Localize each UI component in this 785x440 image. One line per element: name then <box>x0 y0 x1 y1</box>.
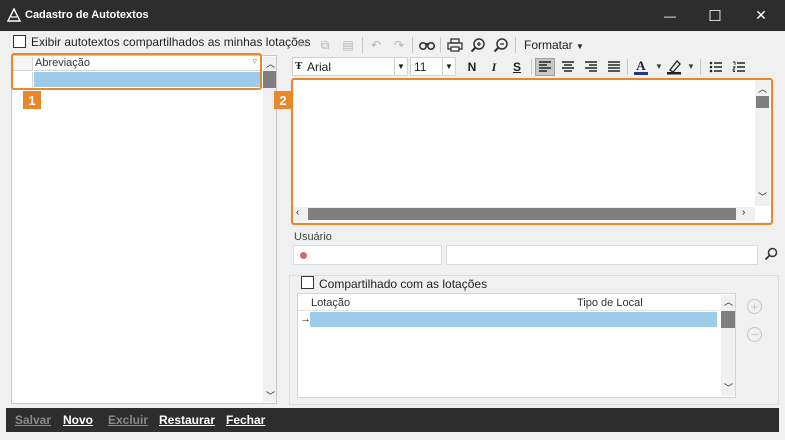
usuario-label: Usuário <box>294 231 332 243</box>
close-icon: ✕ <box>755 7 767 23</box>
numbered-list-button[interactable] <box>729 58 749 76</box>
usuario-name-field[interactable] <box>446 245 758 265</box>
maximize-icon: ☐ <box>708 7 722 25</box>
font-color-button[interactable]: A <box>631 58 651 76</box>
scroll-up-icon[interactable]: ︿ <box>266 57 275 70</box>
bullet-list-icon <box>709 61 722 73</box>
show-shared-label: Exibir autotextos compartilhados as minh… <box>31 35 311 49</box>
italic-button[interactable]: I <box>484 58 504 76</box>
paste-icon[interactable]: ▤ <box>338 36 358 54</box>
maximize-button[interactable]: ☐ <box>692 0 738 31</box>
app-icon <box>7 8 21 22</box>
font-name-select[interactable]: Ŧ Arial ▼ <box>292 57 408 76</box>
separator <box>362 37 363 53</box>
selected-row[interactable] <box>310 312 717 327</box>
restaurar-button[interactable]: Restaurar <box>159 413 215 427</box>
font-type-icon: Ŧ <box>295 60 303 72</box>
font-size-value: 11 <box>414 60 427 74</box>
font-size-select[interactable]: 11 ▼ <box>410 57 456 76</box>
lotacao-grid[interactable]: Lotação Tipo de Local → ︿ ﹀ <box>297 293 736 398</box>
salvar-button[interactable]: Salvar <box>15 413 51 427</box>
scroll-down-icon[interactable]: ﹀ <box>266 389 275 402</box>
window-title: Cadastro de Autotextos <box>25 9 149 21</box>
redo-icon[interactable]: ↷ <box>389 36 409 54</box>
zoom-in-icon[interactable] <box>468 36 488 54</box>
underline-button[interactable]: S <box>507 58 527 76</box>
grid-scrollbar[interactable]: ︿ ﹀ <box>721 295 735 396</box>
title-bar: Cadastro de Autotextos — ☐ ✕ <box>0 0 785 31</box>
highlight-color-button[interactable] <box>664 58 684 76</box>
show-shared-checkbox[interactable] <box>13 35 26 48</box>
scroll-down-icon[interactable]: ﹀ <box>724 381 733 394</box>
add-circle-icon[interactable]: + <box>747 299 762 314</box>
print-icon[interactable] <box>445 36 465 54</box>
highlight-1 <box>11 53 262 90</box>
align-center-button[interactable] <box>558 58 578 76</box>
autotext-list[interactable]: Abreviação ▿ ︿ ﹀ <box>11 55 277 404</box>
scroll-thumb[interactable] <box>721 311 735 328</box>
remove-circle-icon[interactable]: − <box>747 327 762 342</box>
align-center-icon <box>562 61 574 72</box>
column-header-tipo-local[interactable]: Tipo de Local <box>577 297 643 309</box>
align-left-icon <box>539 61 551 72</box>
badge-1: 1 <box>23 91 41 109</box>
minimize-icon: — <box>664 8 676 23</box>
separator <box>515 37 516 53</box>
separator <box>627 59 628 75</box>
align-right-button[interactable] <box>581 58 601 76</box>
dropdown-arrow-icon: ▼ <box>576 42 584 51</box>
footer-bar: Salvar Novo Excluir Restaurar Fechar <box>6 408 779 432</box>
justify-button[interactable] <box>604 58 624 76</box>
minimize-button[interactable]: — <box>647 0 693 31</box>
scroll-up-icon[interactable]: ︿ <box>724 295 733 308</box>
separator <box>412 37 413 53</box>
font-name-dropdown-icon[interactable]: ▼ <box>394 58 407 75</box>
font-color-icon: A <box>636 57 646 73</box>
close-button[interactable]: ✕ <box>738 0 784 31</box>
column-header-lotacao[interactable]: Lotação <box>311 297 350 309</box>
usuario-code-field[interactable] <box>293 245 442 265</box>
highlighter-icon <box>667 60 681 75</box>
separator <box>531 59 532 75</box>
align-right-icon <box>585 61 597 72</box>
font-color-dropdown-icon[interactable]: ▼ <box>655 62 663 71</box>
excluir-button[interactable]: Excluir <box>108 413 148 427</box>
search-icon[interactable] <box>764 247 778 264</box>
separator <box>440 37 441 53</box>
justify-icon <box>608 61 620 72</box>
zoom-out-icon[interactable] <box>491 36 511 54</box>
novo-button[interactable]: Novo <box>63 413 93 427</box>
font-name-value: Arial <box>307 60 332 74</box>
shared-checkbox-label: Compartilhado com as lotações <box>319 277 488 291</box>
badge-2: 2 <box>274 91 292 109</box>
find-binoculars-icon[interactable] <box>417 36 437 54</box>
bullet-list-button[interactable] <box>706 58 726 76</box>
required-dot-icon <box>300 252 307 259</box>
highlight-2 <box>291 78 773 225</box>
cut-icon[interactable]: ✂ <box>292 36 312 54</box>
highlight-color-dropdown-icon[interactable]: ▼ <box>687 62 695 71</box>
bold-button[interactable]: N <box>462 58 482 76</box>
fechar-button[interactable]: Fechar <box>226 413 265 427</box>
undo-icon[interactable]: ↶ <box>366 36 386 54</box>
numbered-list-icon <box>732 61 745 72</box>
scroll-thumb[interactable] <box>263 71 276 88</box>
align-left-button[interactable] <box>535 58 555 76</box>
shared-checkbox[interactable] <box>301 276 314 289</box>
format-menu[interactable]: Formatar ▼ <box>524 38 584 52</box>
separator <box>700 59 701 75</box>
font-size-dropdown-icon[interactable]: ▼ <box>442 58 455 75</box>
format-menu-label: Formatar <box>524 38 573 52</box>
copy-icon[interactable]: ⧉ <box>315 36 335 54</box>
header-divider <box>298 310 718 311</box>
